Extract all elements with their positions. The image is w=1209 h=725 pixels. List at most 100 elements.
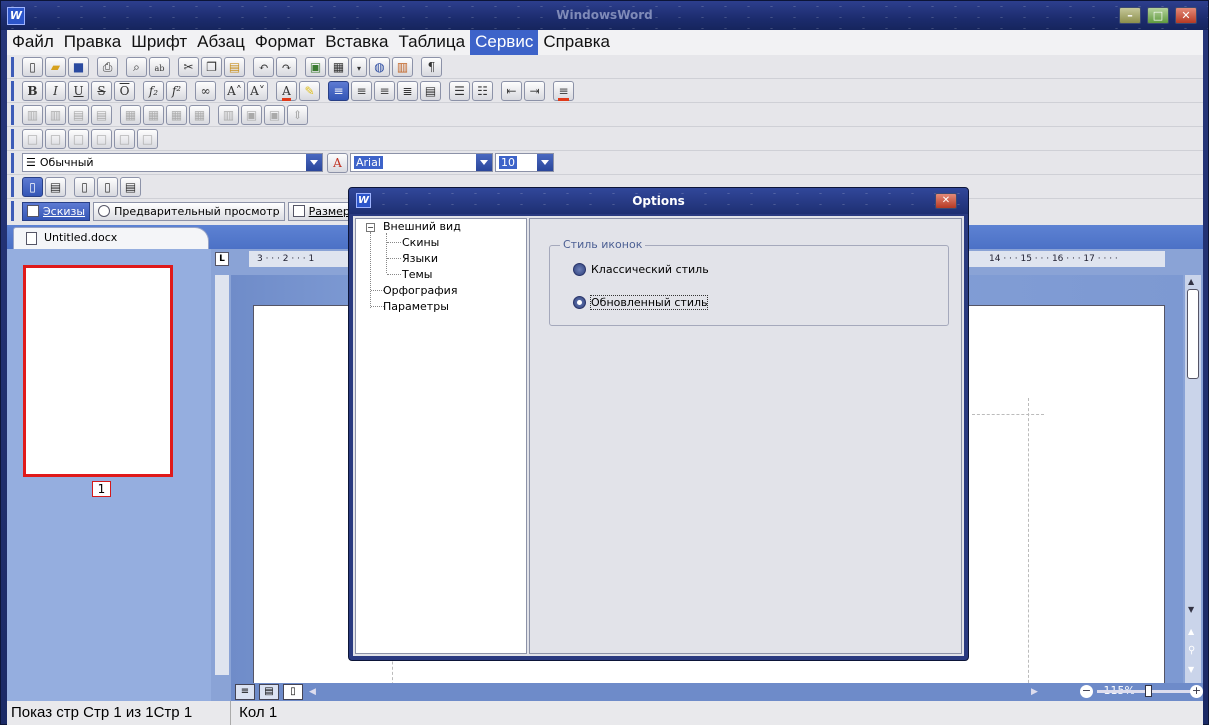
increase-indent-button[interactable]: ⇥ (524, 80, 545, 101)
font-style-button[interactable]: A (327, 152, 348, 173)
scroll-up-icon[interactable]: ▲ (1188, 277, 1194, 286)
open-button[interactable]: ▰ (45, 56, 66, 77)
font-select[interactable]: Arial (350, 153, 493, 172)
menu-insert[interactable]: Вставка (320, 30, 393, 55)
border-tool-3[interactable]: □ (68, 128, 89, 149)
close-button[interactable]: ✕ (1175, 7, 1197, 24)
toolbar-grip[interactable] (11, 80, 19, 101)
draft-view-button[interactable]: ≡ (235, 684, 255, 700)
tree-item-spelling[interactable]: Орфография (383, 284, 457, 297)
tab-stop-selector[interactable]: L (215, 252, 229, 266)
show-formatting-button[interactable]: ¶ (421, 56, 442, 77)
shrink-font-button[interactable]: A˅ (247, 80, 268, 101)
thumbnails-tab-button[interactable]: Эскизы (22, 201, 91, 221)
maximize-button[interactable]: □ (1147, 7, 1169, 24)
menu-table[interactable]: Таблица (393, 30, 470, 55)
table-dropdown-button[interactable]: ▾ (351, 56, 367, 77)
align-left-button[interactable]: ≡ (328, 80, 349, 101)
subscript-button[interactable]: f₂ (143, 80, 164, 101)
find-button[interactable]: ⌕ (126, 56, 147, 77)
page-thumbnail[interactable] (23, 265, 173, 477)
tree-item-skins[interactable]: Скины (402, 236, 439, 249)
font-color-button[interactable]: A (276, 80, 297, 101)
modern-style-radio[interactable]: Обновленный стиль (573, 294, 773, 310)
tree-item-themes[interactable]: Темы (402, 268, 432, 281)
table-tool-1[interactable]: ▥ (22, 104, 43, 125)
preview-tab-button[interactable]: Предварительный просмотр (93, 201, 285, 221)
two-page-button[interactable]: ▯ (97, 176, 118, 197)
chevron-down-icon[interactable] (476, 154, 492, 171)
italic-button[interactable]: I (45, 80, 66, 101)
title-bar[interactable]: W WindowsWord – □ ✕ (1, 1, 1208, 30)
size-tab-button[interactable]: Размер (287, 201, 355, 221)
classic-style-radio[interactable]: Классический стиль (573, 261, 773, 277)
border-tool-1[interactable]: □ (22, 128, 43, 149)
redo-button[interactable]: ↷ (276, 56, 297, 77)
paste-button[interactable]: ▤ (224, 56, 245, 77)
highlight-button[interactable]: ✎ (299, 80, 320, 101)
zoom-out-icon[interactable]: − (1080, 685, 1093, 698)
border-tool-4[interactable]: □ (91, 128, 112, 149)
paragraph-color-button[interactable]: ≡ (553, 80, 574, 101)
table-tool-9[interactable]: ▥ (218, 104, 239, 125)
print-button[interactable]: ⎙ (97, 56, 118, 77)
web-view-button[interactable]: ▤ (45, 176, 66, 197)
zoom-slider[interactable] (1097, 685, 1197, 697)
zoom-search-icon[interactable]: ⚲ (1188, 645, 1195, 656)
toolbar-grip[interactable] (11, 201, 19, 221)
tree-item-languages[interactable]: Языки (402, 252, 438, 265)
clipboard-button[interactable]: ▥ (392, 56, 413, 77)
align-right-button[interactable]: ≡ (374, 80, 395, 101)
minimize-button[interactable]: – (1119, 7, 1141, 24)
border-tool-2[interactable]: □ (45, 128, 66, 149)
underline-button[interactable]: U (68, 80, 89, 101)
zoom-slider-knob[interactable] (1145, 685, 1152, 697)
distribute-button[interactable]: ▤ (420, 80, 441, 101)
page-view-button[interactable]: ▯ (22, 176, 43, 197)
insert-table-button[interactable]: ▦ (328, 56, 349, 77)
chevron-down-icon[interactable] (306, 154, 322, 171)
web-layout-button[interactable]: ▤ (259, 684, 279, 700)
table-tool-5[interactable]: ▦ (120, 104, 141, 125)
hyperlink-button[interactable]: ◍ (369, 56, 390, 77)
overline-button[interactable]: O (114, 80, 135, 101)
single-page-button[interactable]: ▯ (74, 176, 95, 197)
page-up-icon[interactable]: ▲ (1188, 627, 1194, 636)
spellcheck-button[interactable]: ab (149, 56, 170, 77)
link-button[interactable]: ∞ (195, 80, 216, 101)
zoom-in-icon[interactable]: + (1190, 685, 1203, 698)
scroll-left-icon[interactable]: ◀ (309, 687, 316, 697)
table-tool-2[interactable]: ▥ (45, 104, 66, 125)
border-tool-6[interactable]: □ (137, 128, 158, 149)
font-size-select[interactable]: 10 (495, 153, 554, 172)
menu-file[interactable]: Файл (7, 30, 59, 55)
dialog-title-bar[interactable]: W Options ✕ (349, 188, 968, 214)
bold-button[interactable]: B (22, 80, 43, 101)
menu-format[interactable]: Формат (250, 30, 320, 55)
radio-checked-icon[interactable] (573, 295, 586, 309)
bullets-button[interactable]: ☰ (449, 80, 470, 101)
new-document-button[interactable]: ▯ (22, 56, 43, 77)
table-tool-3[interactable]: ▤ (68, 104, 89, 125)
table-tool-7[interactable]: ▦ (166, 104, 187, 125)
menu-help[interactable]: Справка (538, 30, 615, 55)
vertical-scrollbar[interactable]: ▲ ▼ ▲ ⚲ ▼ (1185, 275, 1201, 685)
copy-button[interactable]: ❐ (201, 56, 222, 77)
page-down-icon[interactable]: ▼ (1188, 665, 1194, 674)
table-tool-8[interactable]: ▦ (189, 104, 210, 125)
toolbar-grip[interactable] (11, 176, 19, 197)
table-tool-6[interactable]: ▦ (143, 104, 164, 125)
scrollbar-thumb[interactable] (1187, 289, 1199, 379)
insert-image-button[interactable]: ▣ (305, 56, 326, 77)
decrease-indent-button[interactable]: ⇤ (501, 80, 522, 101)
multi-page-button[interactable]: ▤ (120, 176, 141, 197)
justify-button[interactable]: ≣ (397, 80, 418, 101)
table-tool-4[interactable]: ▤ (91, 104, 112, 125)
toolbar-grip[interactable] (11, 152, 19, 173)
chevron-down-icon[interactable] (537, 154, 553, 171)
grow-font-button[interactable]: A˄ (224, 80, 245, 101)
table-tool-12[interactable]: ⇕ (287, 104, 308, 125)
table-tool-10[interactable]: ▣ (241, 104, 262, 125)
radio-icon[interactable] (573, 262, 586, 276)
tree-item-appearance[interactable]: Внешний вид (383, 220, 461, 233)
